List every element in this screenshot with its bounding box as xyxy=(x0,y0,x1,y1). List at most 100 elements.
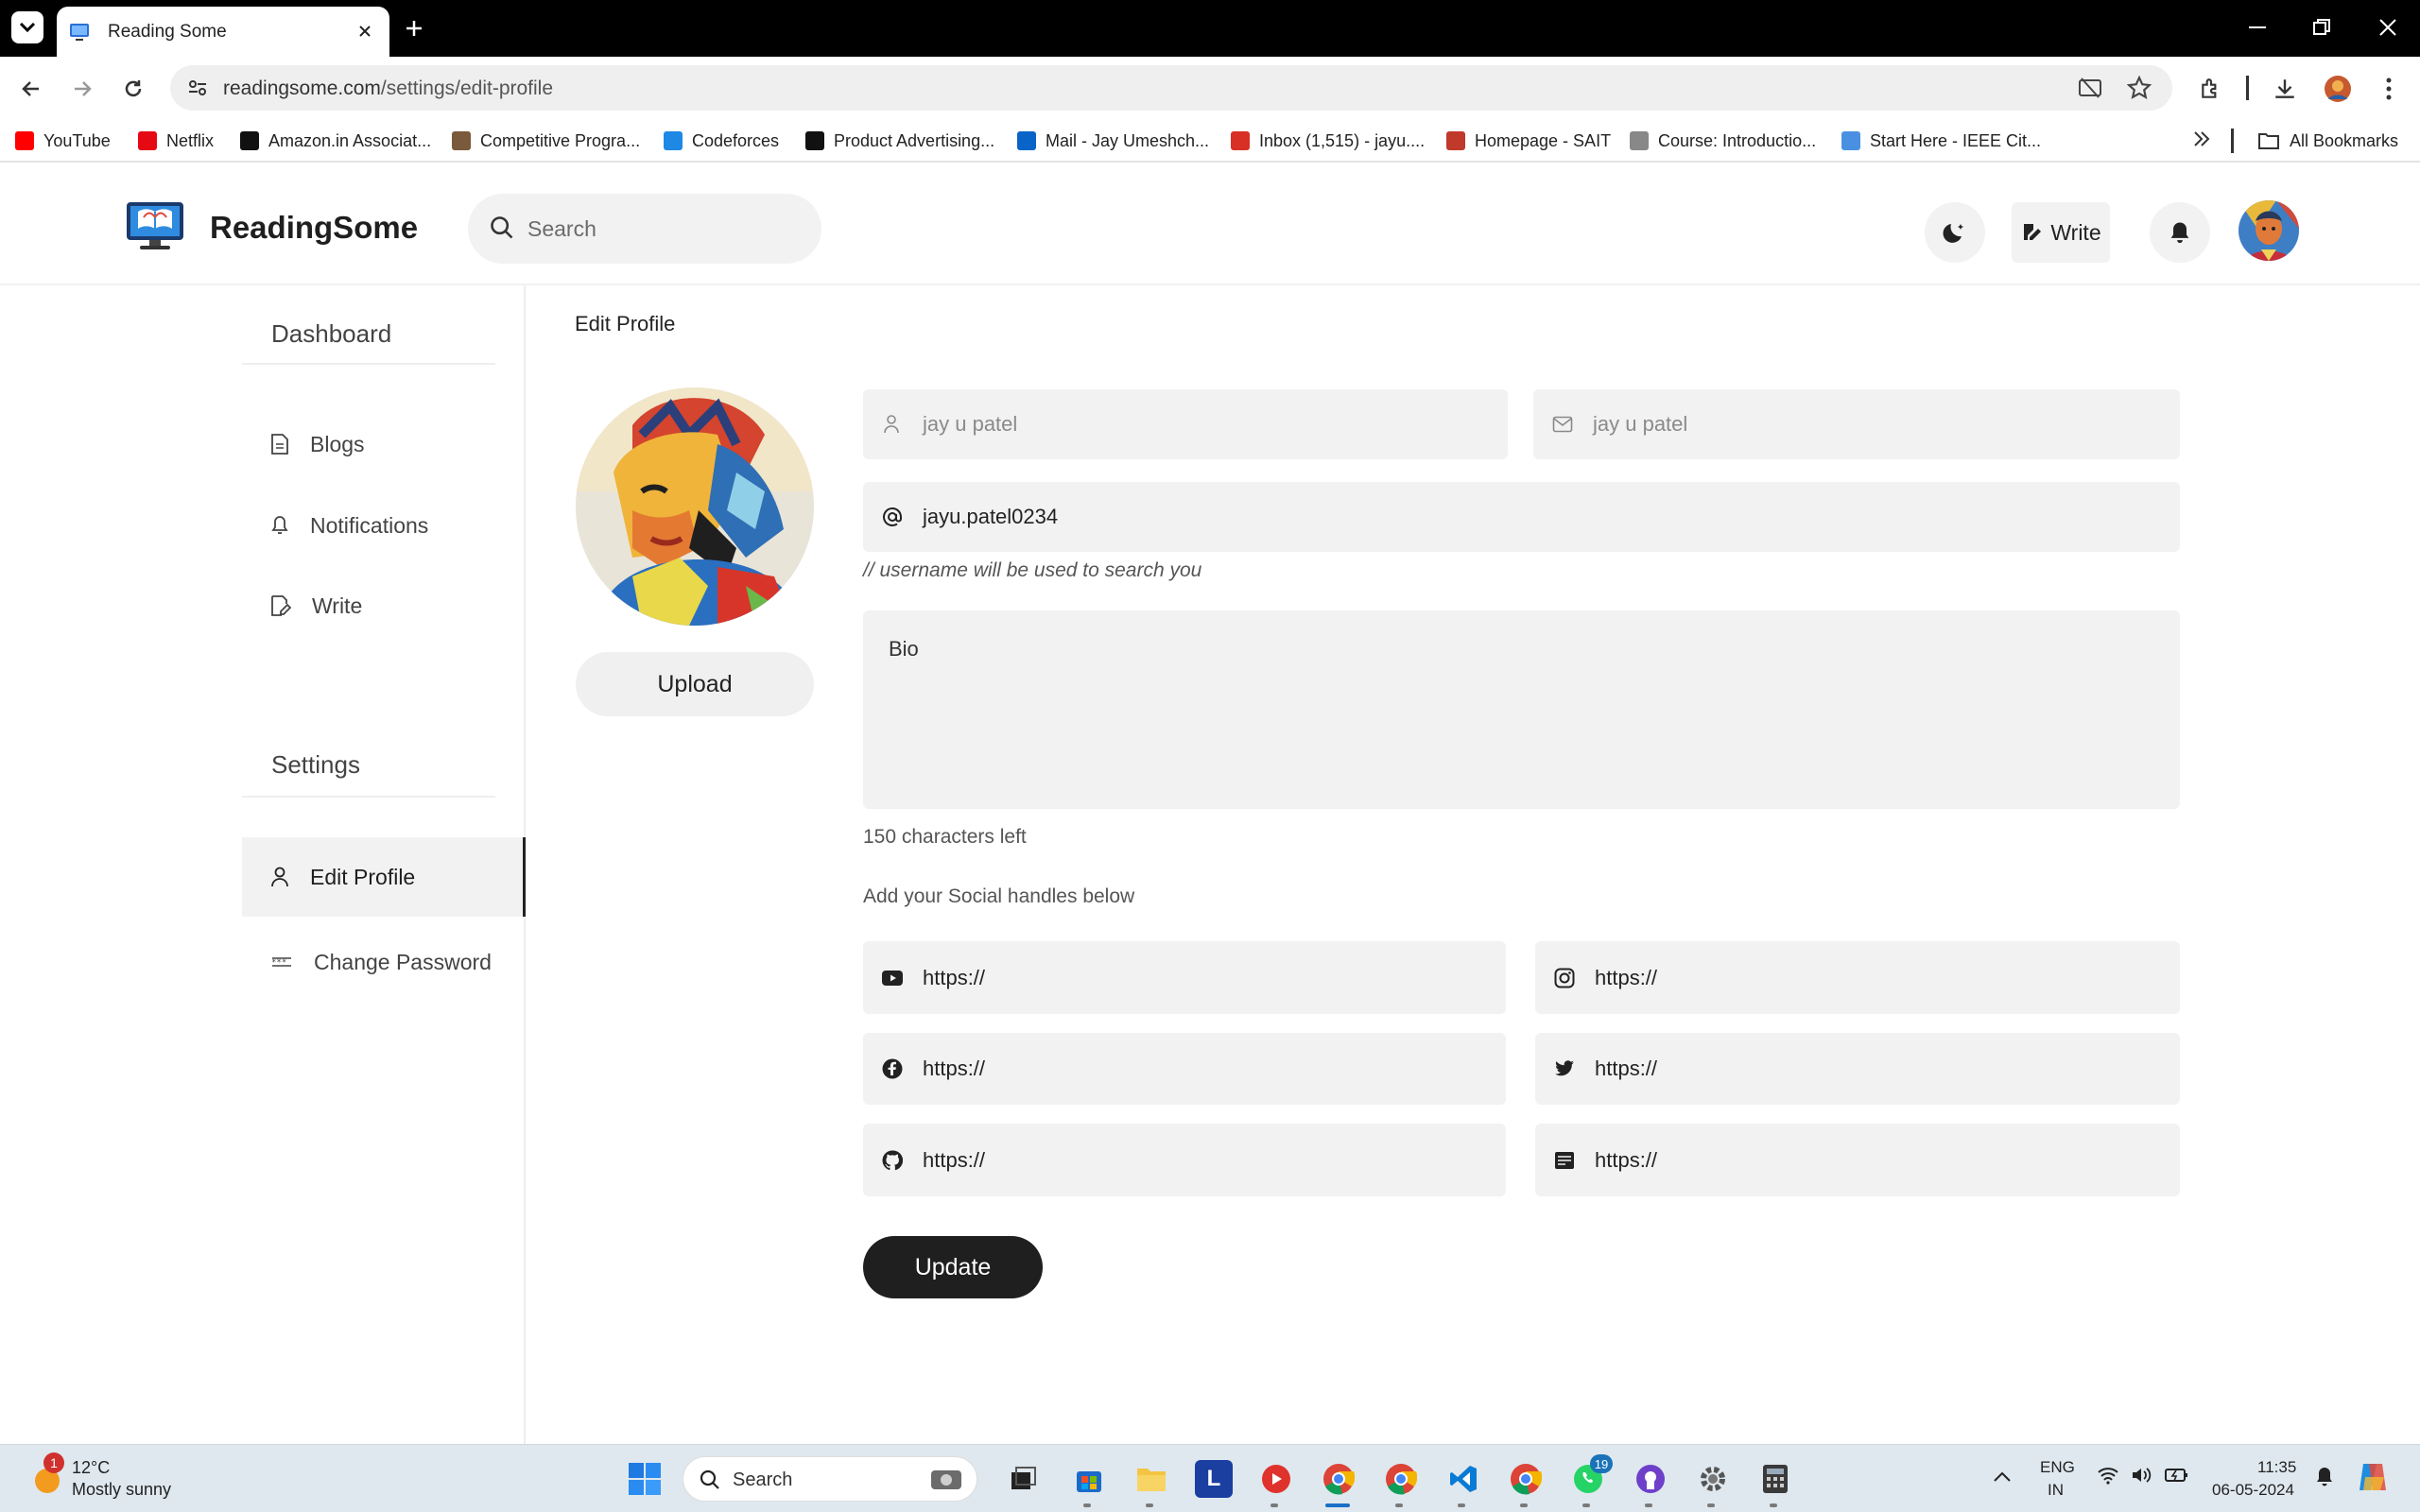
clock-date[interactable]: 06-05-2024 xyxy=(2212,1481,2294,1500)
sidebar-item-change-password[interactable]: *** Change Password xyxy=(242,922,526,1002)
cast-blocked-icon[interactable] xyxy=(2078,77,2102,98)
profile-button[interactable] xyxy=(2322,73,2354,105)
search-placeholder: Search xyxy=(527,216,596,241)
chrome-app-active[interactable] xyxy=(1320,1460,1357,1498)
bookmark-label: Amazon.in Associat... xyxy=(268,130,432,150)
github-field[interactable]: https:// xyxy=(863,1124,1506,1196)
wifi-icon[interactable] xyxy=(2097,1466,2119,1485)
username-field[interactable]: jayu.patel0234 xyxy=(863,482,2180,552)
weather-widget[interactable]: 1 12°C Mostly sunny xyxy=(26,1452,234,1505)
reload-icon xyxy=(125,80,142,97)
copilot-icon[interactable] xyxy=(2356,1460,2390,1494)
running-indicator xyxy=(1270,1503,1278,1507)
bookmark-label: Inbox (1,515) - jayu.... xyxy=(1259,130,1426,150)
bookmark-item[interactable]: Codeforces xyxy=(664,127,779,155)
theme-toggle-button[interactable] xyxy=(1925,202,1985,263)
vscode-app[interactable] xyxy=(1444,1460,1482,1498)
instagram-field[interactable]: https:// xyxy=(1535,941,2180,1014)
website-field[interactable]: https:// xyxy=(1535,1124,2180,1196)
calculator-app[interactable] xyxy=(1756,1460,1794,1498)
task-view-button[interactable] xyxy=(1004,1460,1042,1498)
sidebar-item-blogs[interactable]: Blogs xyxy=(242,404,526,484)
all-bookmarks-button[interactable]: All Bookmarks xyxy=(2257,127,2398,155)
running-indicator xyxy=(1458,1503,1465,1507)
chrome-app-3[interactable] xyxy=(1507,1460,1545,1498)
bio-textarea[interactable]: Bio xyxy=(863,610,2180,809)
sidebar-item-notifications[interactable]: Notifications xyxy=(242,486,526,565)
search-input[interactable]: Search xyxy=(468,194,821,264)
bookmark-label: Product Advertising... xyxy=(834,130,995,150)
bookmark-item[interactable]: Start Here - IEEE Cit... xyxy=(1841,127,2041,155)
write-button[interactable]: Write xyxy=(2012,202,2110,263)
bookmark-item[interactable]: Netflix xyxy=(138,127,214,155)
facebook-icon xyxy=(882,1058,903,1079)
bookmark-item[interactable]: Homepage - SAIT xyxy=(1446,127,1611,155)
profile-picture[interactable] xyxy=(576,387,814,626)
youtube-field[interactable]: https:// xyxy=(863,941,1506,1014)
mail-icon xyxy=(1552,416,1573,433)
chevron-up-icon[interactable] xyxy=(1993,1469,2012,1483)
start-button[interactable] xyxy=(626,1460,664,1498)
browser-tab[interactable]: Reading Some xyxy=(57,7,389,57)
bookmark-item[interactable]: Competitive Progra... xyxy=(452,127,640,155)
update-button[interactable]: Update xyxy=(863,1236,1043,1298)
extensions-button[interactable] xyxy=(2195,73,2227,105)
bookmark-label: Netflix xyxy=(166,130,215,150)
bookmark-item[interactable]: Amazon.in Associat... xyxy=(240,127,431,155)
readingsome-logo-icon[interactable] xyxy=(123,200,187,253)
bookmark-item[interactable]: Mail - Jay Umeshch... xyxy=(1017,127,1209,155)
l-app[interactable]: L xyxy=(1195,1460,1233,1498)
bookmark-item[interactable]: Product Advertising... xyxy=(805,127,994,155)
battery-icon[interactable] xyxy=(2165,1466,2189,1485)
chrome-app-2[interactable] xyxy=(1382,1460,1420,1498)
github-desktop-app[interactable] xyxy=(1632,1460,1669,1498)
windows-icon xyxy=(629,1463,661,1495)
upload-button[interactable]: Upload xyxy=(576,652,814,716)
browser-menu-button[interactable] xyxy=(2373,73,2405,105)
download-icon xyxy=(2275,79,2294,98)
bookmark-item[interactable]: Inbox (1,515) - jayu.... xyxy=(1231,127,1425,155)
clock-time[interactable]: 11:35 xyxy=(2257,1458,2296,1477)
sidebar-item-write[interactable]: Write xyxy=(242,566,526,645)
netflix-icon xyxy=(138,131,157,150)
back-button[interactable] xyxy=(15,73,47,105)
notification-bell-icon[interactable] xyxy=(2314,1466,2335,1488)
user-avatar[interactable] xyxy=(2238,200,2299,261)
facebook-field[interactable]: https:// xyxy=(863,1033,1506,1105)
screen-recorder-app[interactable] xyxy=(1257,1460,1295,1498)
forward-button[interactable] xyxy=(66,73,98,105)
bookmark-star-icon[interactable] xyxy=(2127,76,2152,100)
notifications-button[interactable] xyxy=(2150,202,2210,263)
twitter-field[interactable]: https:// xyxy=(1535,1033,2180,1105)
settings-app[interactable] xyxy=(1694,1460,1732,1498)
close-window-button[interactable] xyxy=(2369,13,2407,42)
tab-search-button[interactable] xyxy=(11,11,43,43)
running-indicator xyxy=(1520,1503,1528,1507)
bookmark-item[interactable]: Course: Introductio... xyxy=(1630,127,1816,155)
address-bar[interactable]: readingsome.com/settings/edit-profile xyxy=(170,65,2172,111)
sidebar-item-edit-profile[interactable]: Edit Profile xyxy=(242,837,526,917)
restore-button[interactable] xyxy=(2303,13,2341,42)
brand-name[interactable]: ReadingSome xyxy=(210,210,418,246)
new-tab-button[interactable] xyxy=(401,15,427,42)
taskbar-search[interactable]: Search xyxy=(683,1456,977,1502)
downloads-button[interactable] xyxy=(2269,73,2301,105)
file-explorer-app[interactable] xyxy=(1132,1460,1170,1498)
language-top[interactable]: ENG xyxy=(2040,1458,2075,1477)
fullname-field[interactable]: jay u patel xyxy=(863,389,1508,459)
tab-close-button[interactable] xyxy=(354,20,376,43)
more-bookmarks-button[interactable] xyxy=(2191,129,2212,149)
bookmark-item[interactable]: YouTube xyxy=(15,127,111,155)
email-field[interactable]: jay u patel xyxy=(1533,389,2180,459)
twitter-value: https:// xyxy=(1595,1057,1658,1080)
bookmark-label: Competitive Progra... xyxy=(480,130,641,150)
volume-icon[interactable] xyxy=(2131,1466,2152,1485)
language-bottom[interactable]: IN xyxy=(2048,1481,2064,1500)
running-indicator xyxy=(1146,1503,1153,1507)
task-view-icon xyxy=(1011,1467,1036,1489)
reload-button[interactable] xyxy=(117,73,149,105)
store-app[interactable] xyxy=(1070,1460,1108,1498)
minimize-button[interactable] xyxy=(2238,13,2276,42)
username-hint: // username will be used to search you xyxy=(863,559,1202,581)
whatsapp-app[interactable]: 19 xyxy=(1569,1454,1613,1498)
